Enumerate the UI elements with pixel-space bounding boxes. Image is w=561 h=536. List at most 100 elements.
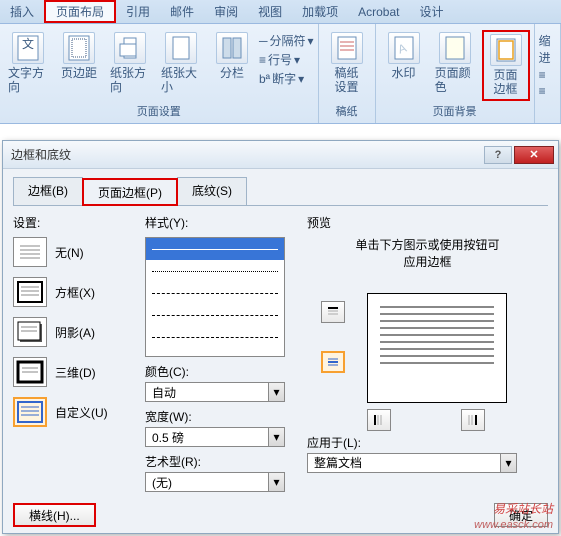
- text-direction-button[interactable]: 文 文字方向: [4, 30, 52, 97]
- hyphenation-button[interactable]: bª断字 ▾: [259, 70, 314, 87]
- ok-button[interactable]: 确定: [494, 503, 548, 527]
- preview-top-border-button[interactable]: [321, 301, 345, 323]
- page-border-button[interactable]: 页面 边框: [482, 30, 530, 101]
- page-border-label: 页面 边框: [494, 68, 518, 97]
- borders-shading-dialog: 边框和底纹 ? ✕ 边框(B) 页面边框(P) 底纹(S) 设置: 无(N) 方…: [2, 140, 559, 534]
- width-combo[interactable]: 0.5 磅 ▾: [145, 427, 285, 447]
- watermark-label: 水印: [392, 66, 416, 80]
- page-color-icon: [439, 32, 471, 64]
- group-manuscript-label: 稿纸: [323, 101, 371, 121]
- tab-shading[interactable]: 底纹(S): [177, 177, 247, 205]
- tab-design[interactable]: 设计: [409, 0, 453, 23]
- line-numbers-icon: ≡: [259, 53, 266, 67]
- margins-label: 页边距: [61, 66, 97, 80]
- columns-label: 分栏: [220, 66, 244, 80]
- style-dashdot[interactable]: [146, 326, 284, 348]
- tab-page-layout[interactable]: 页面布局: [44, 0, 116, 23]
- setting-shadow-icon: [13, 317, 47, 347]
- style-dashed-fine[interactable]: [146, 282, 284, 304]
- color-label: 颜色(C):: [145, 363, 295, 380]
- settings-heading: 设置:: [13, 214, 133, 231]
- setting-3d-icon: [13, 357, 47, 387]
- preview-heading: 预览: [307, 214, 548, 231]
- hyphenation-label: 断字: [272, 70, 296, 87]
- group-manuscript: 稿纸 设置 稿纸: [319, 24, 376, 123]
- width-value: 0.5 磅: [146, 429, 268, 446]
- style-dashed[interactable]: [146, 304, 284, 326]
- setting-3d-label: 三维(D): [55, 364, 96, 381]
- style-solid[interactable]: [146, 238, 284, 260]
- setting-none-icon: [13, 237, 47, 267]
- setting-custom-label: 自定义(U): [55, 404, 108, 421]
- watermark-button[interactable]: A 水印: [380, 30, 428, 82]
- art-combo[interactable]: (无) ▾: [145, 472, 285, 492]
- indent-label: 缩进: [539, 32, 556, 66]
- setting-custom-icon: [13, 397, 47, 427]
- manuscript-label: 稿纸 设置: [335, 66, 359, 95]
- group-indent: 缩进 ≡ ≡: [535, 24, 561, 123]
- group-background: A 水印 页面颜色 页面 边框 页面背景: [376, 24, 535, 123]
- breaks-icon: ─: [259, 34, 268, 48]
- tab-addins[interactable]: 加载项: [292, 0, 348, 23]
- setting-shadow[interactable]: 阴影(A): [13, 317, 133, 347]
- apply-label: 应用于(L):: [307, 434, 548, 451]
- tab-acrobat[interactable]: Acrobat: [348, 0, 409, 23]
- dialog-help-button[interactable]: ?: [484, 146, 512, 164]
- style-listbox[interactable]: [145, 237, 285, 357]
- setting-box-icon: [13, 277, 47, 307]
- svg-text:文: 文: [22, 36, 34, 51]
- page-color-button[interactable]: 页面颜色: [431, 30, 479, 97]
- style-heading: 样式(Y):: [145, 214, 295, 231]
- setting-none-label: 无(N): [55, 244, 84, 261]
- setting-box[interactable]: 方框(X): [13, 277, 133, 307]
- columns-icon: [216, 32, 248, 64]
- indent-left-row[interactable]: ≡: [539, 68, 556, 82]
- tab-review[interactable]: 审阅: [204, 0, 248, 23]
- preview-right-border-button[interactable]: [461, 409, 485, 431]
- tab-references[interactable]: 引用: [116, 0, 160, 23]
- size-button[interactable]: 纸张大小: [157, 30, 205, 97]
- chevron-down-icon: ▾: [268, 428, 284, 446]
- tab-borders[interactable]: 边框(B): [13, 177, 83, 205]
- art-label: 艺术型(R):: [145, 453, 295, 470]
- chevron-down-icon: ▾: [268, 383, 284, 401]
- text-direction-label: 文字方向: [8, 66, 48, 95]
- group-page-setup-label: 页面设置: [4, 101, 314, 121]
- orientation-icon: [114, 32, 146, 64]
- tab-page-border[interactable]: 页面边框(P): [82, 178, 178, 206]
- setting-custom[interactable]: 自定义(U): [13, 397, 133, 427]
- margins-icon: [63, 32, 95, 64]
- tab-insert[interactable]: 插入: [0, 0, 44, 23]
- columns-button[interactable]: 分栏: [208, 30, 256, 82]
- group-page-setup: 文 文字方向 页边距 纸张方向 纸张大小 分栏 ─分隔符 ▾ ≡行号 ▾: [0, 24, 319, 123]
- setting-box-label: 方框(X): [55, 284, 95, 301]
- line-numbers-button[interactable]: ≡行号 ▾: [259, 51, 314, 68]
- apply-combo[interactable]: 整篇文档 ▾: [307, 453, 517, 473]
- horizontal-line-button[interactable]: 横线(H)...: [13, 503, 96, 527]
- breaks-label: 分隔符: [270, 32, 306, 49]
- tab-view[interactable]: 视图: [248, 0, 292, 23]
- breaks-button[interactable]: ─分隔符 ▾: [259, 32, 314, 49]
- preview-left-border-button[interactable]: [367, 409, 391, 431]
- manuscript-icon: [331, 32, 363, 64]
- hyphenation-icon: bª: [259, 72, 270, 86]
- dialog-title-text: 边框和底纹: [11, 146, 71, 163]
- setting-3d[interactable]: 三维(D): [13, 357, 133, 387]
- setting-none[interactable]: 无(N): [13, 237, 133, 267]
- color-combo[interactable]: 自动 ▾: [145, 382, 285, 402]
- tab-mailings[interactable]: 邮件: [160, 0, 204, 23]
- art-value: (无): [146, 474, 268, 491]
- indent-right-row[interactable]: ≡: [539, 84, 556, 98]
- style-dotted[interactable]: [146, 260, 284, 282]
- margins-button[interactable]: 页边距: [55, 30, 103, 82]
- preview-middle-border-button[interactable]: [321, 351, 345, 373]
- apply-value: 整篇文档: [308, 454, 500, 471]
- group-background-label: 页面背景: [380, 101, 530, 121]
- dialog-close-button[interactable]: ✕: [514, 146, 554, 164]
- orientation-button[interactable]: 纸张方向: [106, 30, 154, 97]
- orientation-label: 纸张方向: [110, 66, 150, 95]
- manuscript-settings-button[interactable]: 稿纸 设置: [323, 30, 371, 97]
- size-label: 纸张大小: [161, 66, 201, 95]
- dialog-tabs: 边框(B) 页面边框(P) 底纹(S): [13, 177, 548, 206]
- line-numbers-label: 行号: [268, 51, 292, 68]
